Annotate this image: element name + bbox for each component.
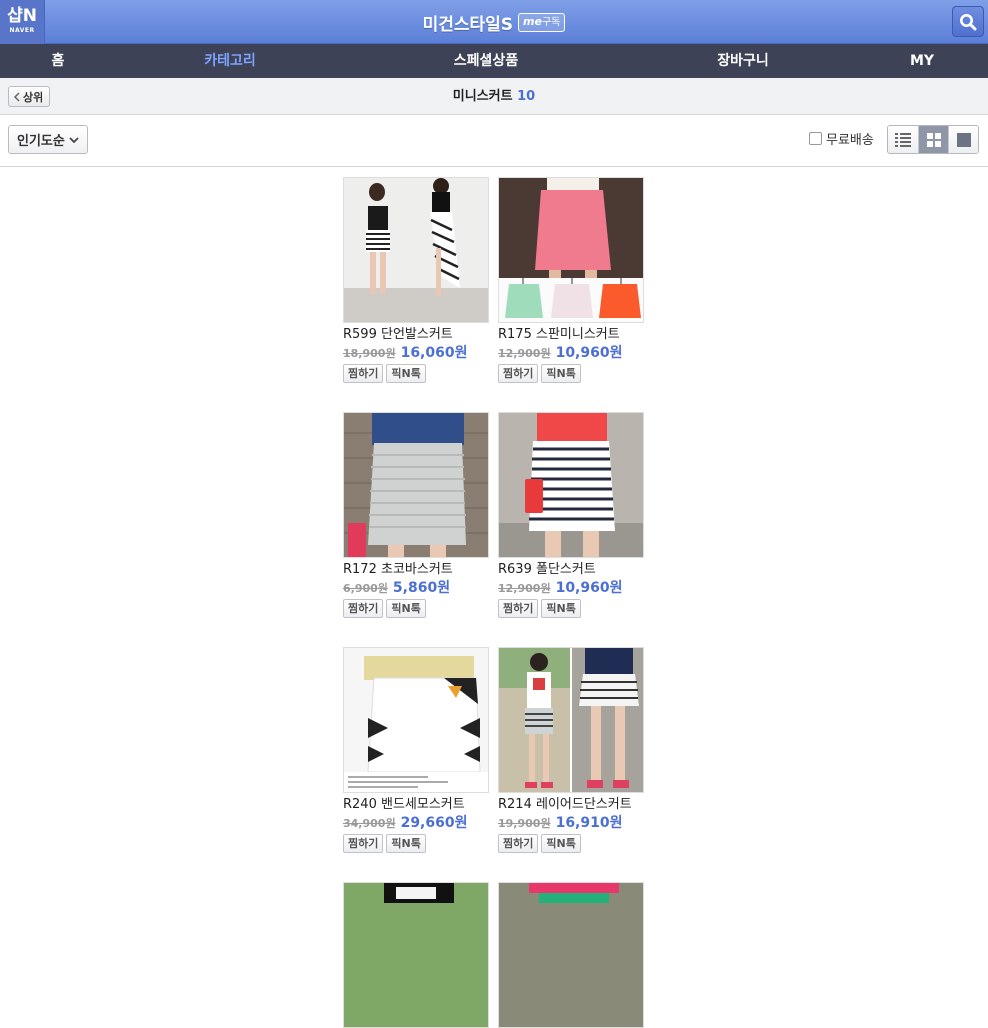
free-shipping-filter[interactable]: 무료배송 xyxy=(809,129,874,148)
search-icon xyxy=(960,13,977,30)
product-name[interactable]: R175 스판미니스커트 xyxy=(498,327,644,343)
product-name[interactable]: R599 단언발스커트 xyxy=(343,327,489,343)
nav-item-my[interactable]: MY xyxy=(910,44,934,78)
grid-view-button[interactable] xyxy=(918,126,948,153)
list-view-button[interactable] xyxy=(888,126,918,153)
sale-price: 29,660원 xyxy=(400,815,468,831)
product-prices: 6,900원 5,860원 xyxy=(343,578,489,596)
sale-price: 16,910원 xyxy=(555,815,623,831)
product-card[interactable]: R639 폴단스커트 12,900원 10,960원 찜하기 픽N톡 xyxy=(498,412,644,618)
original-price: 34,900원 xyxy=(343,817,396,830)
original-price: 19,900원 xyxy=(498,817,551,830)
pickn-talk-button[interactable]: 픽N톡 xyxy=(541,599,581,618)
wish-button[interactable]: 찜하기 xyxy=(498,834,539,853)
product-image[interactable] xyxy=(498,177,644,323)
product-image[interactable] xyxy=(498,882,644,1028)
nav-item-special[interactable]: 스페셜상품 xyxy=(454,44,518,78)
wish-button[interactable]: 찜하기 xyxy=(498,364,539,383)
wish-button[interactable]: 찜하기 xyxy=(343,834,384,853)
product-name[interactable]: R240 밴드세모스커트 xyxy=(343,797,489,813)
chevron-left-icon xyxy=(13,91,20,102)
product-name[interactable]: R214 레이어드단스커트 xyxy=(498,797,644,813)
sale-price: 10,960원 xyxy=(555,345,623,361)
single-view-icon xyxy=(956,132,971,147)
pickn-talk-button[interactable]: 픽N톡 xyxy=(386,364,426,383)
product-card[interactable]: R172 초코바스커트 6,900원 5,860원 찜하기 픽N톡 xyxy=(343,412,489,618)
nav-item-category[interactable]: 카테고리 xyxy=(204,44,256,78)
product-card[interactable]: R599 단언발스커트 18,900원 16,060원 찜하기 픽N톡 xyxy=(343,177,489,383)
product-name[interactable]: R172 초코바스커트 xyxy=(343,562,489,578)
sort-label: 인기도순 xyxy=(17,134,65,149)
back-label: 상위 xyxy=(23,90,44,104)
product-card[interactable]: R175 스판미니스커트 12,900원 10,960원 찜하기 픽N톡 xyxy=(498,177,644,383)
product-actions: 찜하기 픽N톡 xyxy=(498,364,644,383)
back-button[interactable]: 상위 xyxy=(8,86,51,107)
nav-item-cart[interactable]: 장바구니 xyxy=(717,44,769,78)
category-header: 미니스커트 10 상위 xyxy=(0,78,988,115)
product-actions: 찜하기 픽N톡 xyxy=(343,599,489,618)
wish-button[interactable]: 찜하기 xyxy=(343,364,384,383)
product-prices: 12,900원 10,960원 xyxy=(498,343,644,361)
product-card[interactable] xyxy=(498,882,644,1028)
store-title: 미건스타일S me구독 xyxy=(0,0,988,44)
original-price: 12,900원 xyxy=(498,582,551,595)
product-card[interactable]: R214 레이어드단스커트 19,900원 16,910원 찜하기 픽N톡 xyxy=(498,647,644,853)
product-prices: 18,900원 16,060원 xyxy=(343,343,489,361)
product-image[interactable] xyxy=(498,412,644,558)
pickn-talk-button[interactable]: 픽N톡 xyxy=(386,599,426,618)
nav-item-home[interactable]: 홈 xyxy=(52,44,65,78)
sale-price: 16,060원 xyxy=(400,345,468,361)
free-shipping-label: 무료배송 xyxy=(826,133,874,148)
me-subscribe-button[interactable]: me구독 xyxy=(518,12,566,32)
sort-dropdown[interactable]: 인기도순 xyxy=(8,125,88,154)
product-image[interactable] xyxy=(343,412,489,558)
me-badge-me: me xyxy=(523,14,542,28)
product-image[interactable] xyxy=(498,647,644,793)
category-title: 미니스커트 10 xyxy=(0,78,988,115)
free-shipping-checkbox[interactable] xyxy=(809,132,822,145)
product-actions: 찜하기 픽N톡 xyxy=(498,599,644,618)
search-button[interactable] xyxy=(952,6,984,37)
product-image[interactable] xyxy=(343,882,489,1028)
wish-button[interactable]: 찜하기 xyxy=(498,599,539,618)
category-name: 미니스커트 xyxy=(452,89,513,104)
sale-price: 10,960원 xyxy=(555,580,623,596)
store-name[interactable]: 미건스타일S xyxy=(423,10,513,35)
me-badge-label: 구독 xyxy=(541,16,561,28)
product-prices: 19,900원 16,910원 xyxy=(498,813,644,831)
product-image[interactable] xyxy=(343,177,489,323)
sale-price: 5,860원 xyxy=(392,580,451,596)
product-actions: 찜하기 픽N톡 xyxy=(498,834,644,853)
product-card[interactable] xyxy=(343,882,489,1028)
product-card[interactable]: R240 밴드세모스커트 34,900원 29,660원 찜하기 픽N톡 xyxy=(343,647,489,853)
original-price: 12,900원 xyxy=(498,347,551,360)
product-image[interactable] xyxy=(343,647,489,793)
main-nav: 홈 카테고리 스페셜상품 장바구니 MY xyxy=(0,44,988,78)
product-prices: 12,900원 10,960원 xyxy=(498,578,644,596)
top-header: 샵N NAVER 미건스타일S me구독 xyxy=(0,0,988,44)
view-mode-toggle xyxy=(887,125,979,154)
list-view-icon xyxy=(895,132,911,147)
category-count: 10 xyxy=(517,89,536,104)
pickn-talk-button[interactable]: 픽N톡 xyxy=(541,364,581,383)
original-price: 6,900원 xyxy=(343,582,388,595)
chevron-down-icon xyxy=(69,136,79,143)
original-price: 18,900원 xyxy=(343,347,396,360)
product-name[interactable]: R639 폴단스커트 xyxy=(498,562,644,578)
wish-button[interactable]: 찜하기 xyxy=(343,599,384,618)
pickn-talk-button[interactable]: 픽N톡 xyxy=(386,834,426,853)
grid-view-icon xyxy=(926,132,941,147)
product-prices: 34,900원 29,660원 xyxy=(343,813,489,831)
product-actions: 찜하기 픽N톡 xyxy=(343,364,489,383)
product-actions: 찜하기 픽N톡 xyxy=(343,834,489,853)
pickn-talk-button[interactable]: 픽N톡 xyxy=(541,834,581,853)
list-toolbar: 인기도순 무료배송 xyxy=(0,115,988,167)
single-view-button[interactable] xyxy=(948,126,978,153)
